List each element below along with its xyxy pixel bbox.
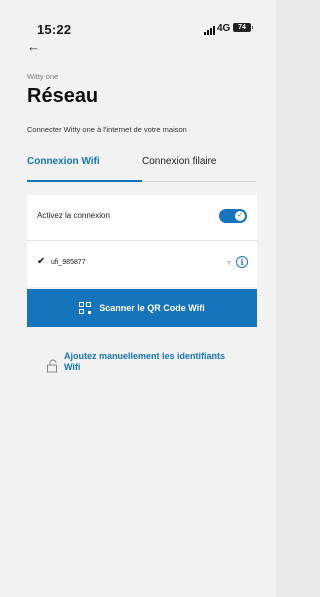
qr-code-icon — [79, 302, 92, 314]
tab-wired[interactable]: Connexion filaire — [142, 156, 217, 167]
toggle-check-icon: ✓ — [235, 211, 245, 221]
wifi-icon: ▿ — [226, 258, 231, 267]
connection-toggle[interactable]: ✓ — [219, 209, 247, 223]
scan-qr-button[interactable]: Scanner le QR Code Wifi — [27, 289, 257, 327]
network-ssid: ufi_985877 — [51, 259, 86, 266]
connection-card: Activez la connexion ✓ ✔ ufi_985877 ▿ i — [27, 195, 257, 287]
info-icon[interactable]: i — [236, 256, 248, 268]
status-bar: 15:22 4G 74 — [0, 0, 276, 38]
back-button[interactable]: ← — [27, 40, 43, 54]
app-name: Witty one — [27, 72, 59, 81]
manual-credentials-label: Ajoutez manuellement les identifiants Wi… — [64, 351, 226, 372]
status-time: 15:22 — [37, 22, 72, 37]
back-arrow-icon: ← — [27, 39, 40, 54]
scan-qr-label: Scanner le QR Code Wifi — [99, 303, 205, 313]
lock-icon — [47, 359, 57, 373]
network-type: 4G — [217, 23, 231, 34]
signal-icon — [204, 26, 215, 35]
tab-wifi[interactable]: Connexion Wifi — [27, 156, 100, 167]
manual-credentials-link[interactable]: Ajoutez manuellement les identifiants Wi… — [46, 349, 246, 381]
network-row[interactable]: ✔ ufi_985877 ▿ i — [27, 241, 257, 287]
check-icon: ✔ — [37, 256, 46, 267]
toggle-label: Activez la connexion — [37, 211, 110, 220]
page-title: Réseau — [27, 85, 99, 107]
active-tab-indicator — [27, 180, 142, 182]
connection-toggle-row: Activez la connexion ✓ — [27, 195, 257, 241]
screen: 15:22 4G 74 ← Witty one Réseau Connecter… — [0, 0, 276, 597]
battery-icon: 74 — [233, 23, 253, 32]
page-subtitle: Connecter Witty one à l'internet de votr… — [27, 125, 187, 134]
connection-tabs: Connexion Wifi Connexion filaire — [27, 152, 256, 182]
